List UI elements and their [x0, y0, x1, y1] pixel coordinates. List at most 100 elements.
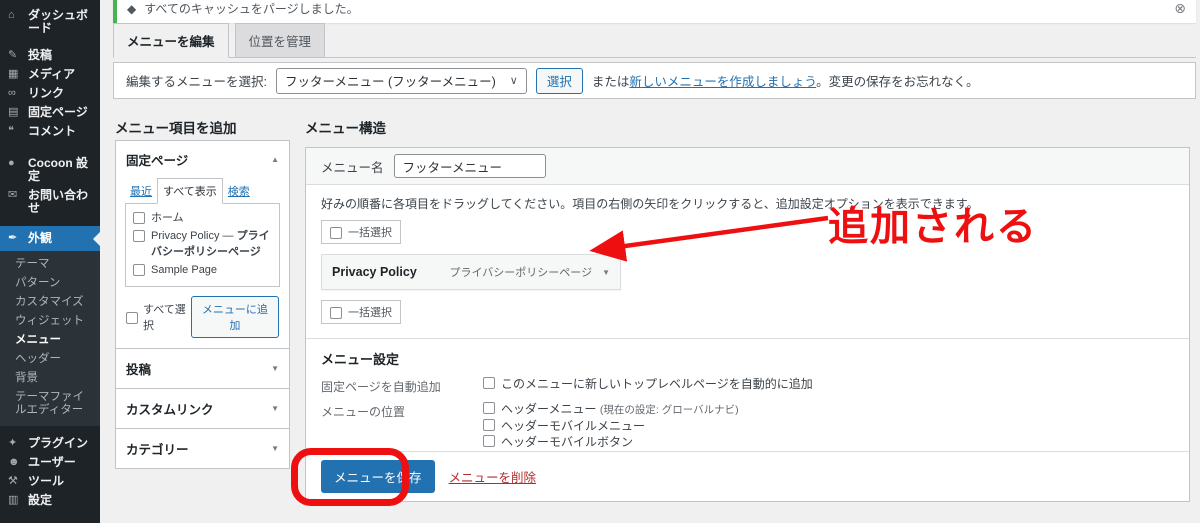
drag-instruction-text: 好みの順番に各項目をドラッグしてください。項目の右側の矢印をクリックすると、追加… [321, 197, 979, 211]
accordion-categories-label: カテゴリー [126, 443, 189, 457]
chevron-down-icon[interactable]: ▼ [602, 268, 610, 277]
sidebar-item-pages[interactable]: ▤ 固定ページ [0, 103, 100, 122]
user-icon: ☻ [8, 456, 20, 468]
appearance-submenu: テーマ パターン カスタマイズ ウィジェット メニュー ヘッダー 背景 テーマフ… [0, 251, 100, 426]
sidebar-item-contact[interactable]: ✉ お問い合わせ [0, 186, 100, 218]
menu-settings-title: メニュー設定 [321, 352, 400, 367]
sidebar-item-users[interactable]: ☻ ユーザー [0, 453, 100, 472]
menu-item-type: プライバシーポリシーページ [449, 267, 593, 279]
select-all-label: すべて選択 [143, 304, 186, 332]
submenu-item-themes[interactable]: テーマ [0, 255, 100, 274]
chevron-up-icon[interactable]: ▲ [271, 155, 279, 164]
sidebar-item-comments[interactable]: ❝ コメント [0, 122, 100, 141]
sidebar-item-label: コメント [28, 124, 77, 138]
sidebar-item-settings[interactable]: ▥ 設定 [0, 491, 100, 510]
pushpin-icon: ✎ [8, 49, 18, 61]
structure-panel-footer: メニューを保存 メニューを削除 [306, 451, 1189, 501]
add-to-menu-button[interactable]: メニューに追加 [190, 296, 279, 338]
litespeed-logo-icon: ◆ [127, 1, 137, 16]
save-menu-button[interactable]: メニューを保存 [321, 460, 435, 493]
checkbox-privacy-policy[interactable] [133, 230, 145, 242]
delete-menu-link[interactable]: メニューを削除 [449, 467, 537, 486]
menu-structure-body: 好みの順番に各項目をドラッグしてください。項目の右側の矢印をクリックすると、追加… [306, 185, 1189, 451]
sidebar-item-plugins[interactable]: ✦ プラグイン [0, 434, 100, 453]
accordion-custom-links[interactable]: カスタムリンク ▼ [116, 388, 289, 428]
auto-add-label: 固定ページを自動追加 [321, 380, 441, 394]
sidebar-item-label: 設定 [28, 493, 53, 507]
submenu-item-menus[interactable]: メニュー [0, 331, 100, 350]
page-checkbox-item: Privacy Policy — プライバシーポリシーページ [133, 228, 272, 260]
current-setting-note: (現在の設定: グローバルナビ) [599, 404, 739, 416]
submenu-item-customize[interactable]: カスタマイズ [0, 293, 100, 312]
dismiss-notice-icon[interactable]: ⊗ [1174, 0, 1186, 17]
pages-accordion-body: 最近 すべて表示 検索 ホーム Privacy Policy — プライバシーポ… [116, 178, 289, 348]
chevron-down-icon[interactable]: ▼ [271, 404, 279, 413]
sidebar-item-label: ユーザー [28, 455, 76, 469]
sidebar-item-posts[interactable]: ✎ 投稿 [0, 46, 100, 65]
menu-item-privacy-policy[interactable]: Privacy Policy プライバシーポリシーページ ▼ [321, 254, 621, 290]
menu-name-row: メニュー名 [306, 148, 1189, 185]
accordion-pages[interactable]: 固定ページ ▲ [116, 141, 289, 178]
sidebar-item-links[interactable]: ∞ リンク [0, 84, 100, 103]
checkbox-select-all[interactable] [126, 312, 138, 324]
auto-add-row: 固定ページを自動追加 このメニューに新しいトップレベルページを自動的に追加 [321, 377, 1174, 395]
sidebar-item-dashboard[interactable]: ⌂ ダッシュボード [0, 6, 100, 38]
pages-checklist: ホーム Privacy Policy — プライバシーポリシーページ Sampl… [125, 203, 280, 287]
sidebar-item-cocoon-settings[interactable]: ● Cocoon 設定 [0, 154, 100, 186]
sidebar-item-tools[interactable]: ⚒ ツール [0, 472, 100, 491]
menu-select-label: 編集するメニューを選択: [126, 75, 267, 89]
checkbox-bulk-select[interactable] [330, 227, 342, 239]
submenu-item-theme-file-editor[interactable]: テーマファイルエディター [0, 388, 100, 420]
submenu-item-widgets[interactable]: ウィジェット [0, 312, 100, 331]
submenu-item-header[interactable]: ヘッダー [0, 350, 100, 369]
sidebar-item-appearance[interactable]: ✒ 外観 [0, 226, 100, 251]
sidebar-item-media[interactable]: ▦ メディア [0, 65, 100, 84]
admin-sidebar: ⌂ ダッシュボード ✎ 投稿 ▦ メディア ∞ リンク ▤ 固定ページ ❝ コメ… [0, 0, 100, 523]
tab-edit-menus[interactable]: メニューを編集 [113, 23, 229, 58]
checkbox-header-mobile-button[interactable] [483, 435, 495, 447]
create-new-menu-link[interactable]: 新しいメニューを作成しましょう [629, 75, 816, 89]
sidebar-item-label: ダッシュボード [28, 8, 89, 35]
plugins-icon: ✦ [8, 437, 18, 449]
bulk-select-toggle[interactable]: 一括選択 [321, 300, 401, 324]
location-label: ヘッダーメニュー (現在の設定: グローバルナビ) [501, 402, 739, 416]
select-menu-button[interactable]: 選択 [535, 67, 583, 94]
tab-search[interactable]: 検索 [223, 179, 255, 203]
submenu-item-background[interactable]: 背景 [0, 369, 100, 388]
checkbox-auto-add[interactable] [483, 377, 495, 389]
tab-most-recent[interactable]: 最近 [125, 179, 157, 203]
checkbox-bulk-select[interactable] [330, 307, 342, 319]
sidebar-item-label: リンク [28, 86, 65, 100]
page-item-label: Sample Page [151, 264, 218, 276]
menu-name-label: メニュー名 [321, 160, 384, 175]
location-label: ヘッダーモバイルメニュー [501, 419, 646, 433]
accordion-categories[interactable]: カテゴリー ▼ [116, 428, 289, 468]
chevron-down-icon: ∨ [509, 75, 518, 87]
auto-add-option-label: このメニューに新しいトップレベルページを自動的に追加 [501, 377, 813, 391]
menu-name-input[interactable] [393, 154, 546, 178]
menu-select-dropdown[interactable]: フッターメニュー (フッターメニュー) ∨ [275, 67, 527, 94]
menu-item-title: Privacy Policy [332, 265, 417, 279]
auto-add-option: このメニューに新しいトップレベルページを自動的に追加 [483, 377, 1174, 391]
checkbox-header-mobile-menu[interactable] [483, 419, 495, 431]
link-icon: ∞ [8, 87, 16, 99]
checkbox-sample-page[interactable] [133, 264, 145, 276]
menu-select-bar: 編集するメニューを選択: フッターメニュー (フッターメニュー) ∨ 選択 また… [113, 62, 1196, 99]
settings-icon: ▥ [8, 494, 19, 506]
checkbox-home[interactable] [133, 212, 145, 224]
or-label: または [591, 75, 630, 89]
submenu-item-patterns[interactable]: パターン [0, 274, 100, 293]
tab-manage-locations[interactable]: 位置を管理 [234, 23, 326, 58]
chevron-down-icon[interactable]: ▼ [271, 444, 279, 453]
tools-icon: ⚒ [8, 475, 18, 487]
tab-view-all[interactable]: すべて表示 [157, 178, 223, 204]
page-item-label: Privacy Policy — プライバシーポリシーページ [151, 230, 270, 258]
page-item-label: ホーム [151, 212, 184, 224]
accordion-posts[interactable]: 投稿 ▼ [116, 348, 289, 388]
menu-structure-panel: メニュー名 好みの順番に各項目をドラッグしてください。項目の右側の矢印をクリック… [305, 147, 1190, 502]
sidebar-item-label: お問い合わせ [28, 188, 89, 215]
checkbox-header-menu[interactable] [483, 402, 495, 414]
sidebar-item-label: 投稿 [28, 48, 53, 62]
bulk-select-toggle[interactable]: 一括選択 [321, 220, 401, 244]
chevron-down-icon[interactable]: ▼ [271, 364, 279, 373]
